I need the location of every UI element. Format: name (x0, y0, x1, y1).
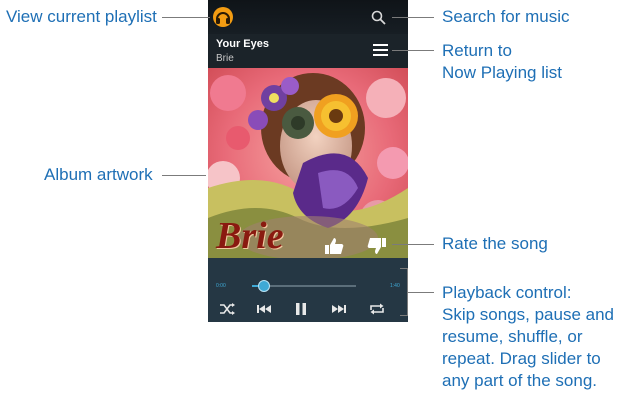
callout-line-return (392, 50, 434, 51)
album-artwork-title: Brie (216, 215, 284, 257)
headphones-icon[interactable] (212, 6, 234, 28)
callout-line-artwork (162, 175, 206, 176)
callout-line-search (392, 17, 434, 18)
total-time: 1:40 (390, 283, 400, 289)
list-icon[interactable] (372, 42, 390, 58)
callout-line-playlist (162, 17, 210, 18)
annotation-playback-line1: Playback control: (442, 283, 572, 302)
annotation-playback-line2: Skip songs, pause and (442, 305, 615, 324)
thumbs-down-icon[interactable] (366, 236, 388, 256)
callout-line-playback (408, 292, 434, 293)
song-artist: Brie (216, 53, 234, 64)
annotation-return-line2: Now Playing list (442, 63, 562, 82)
annotation-view-playlist: View current playlist (6, 7, 157, 26)
annotation-playback-line3: resume, shuffle, or (442, 327, 583, 346)
annotation-search: Search for music (442, 7, 570, 26)
annotation-rate: Rate the song (442, 234, 548, 253)
now-playing-title-bar: Your Eyes Brie (208, 34, 408, 68)
shuffle-icon[interactable] (218, 302, 236, 316)
music-player-screen: Your Eyes Brie Brie 0:00 1:40 (208, 0, 408, 322)
thumbs-up-icon[interactable] (323, 236, 345, 256)
search-icon[interactable] (368, 7, 390, 27)
annotation-playback-line5: any part of the song. (442, 371, 597, 390)
skip-previous-icon[interactable] (255, 302, 273, 316)
current-time: 0:00 (216, 283, 226, 289)
repeat-icon[interactable] (368, 302, 386, 316)
progress-slider-handle[interactable] (258, 280, 271, 292)
pause-icon[interactable] (292, 302, 310, 316)
annotation-album-artwork: Album artwork (44, 165, 153, 184)
playback-controls: 0:00 1:40 (208, 258, 408, 322)
callout-line-rate (392, 244, 434, 245)
annotation-return-line1: Return to (442, 41, 512, 60)
annotation-playback-line4: repeat. Drag slider to (442, 349, 601, 368)
skip-next-icon[interactable] (330, 302, 348, 316)
album-artwork: Brie (208, 68, 408, 258)
action-bar (208, 0, 408, 34)
song-title: Your Eyes (216, 38, 269, 50)
callout-bracket-playback (400, 268, 408, 316)
